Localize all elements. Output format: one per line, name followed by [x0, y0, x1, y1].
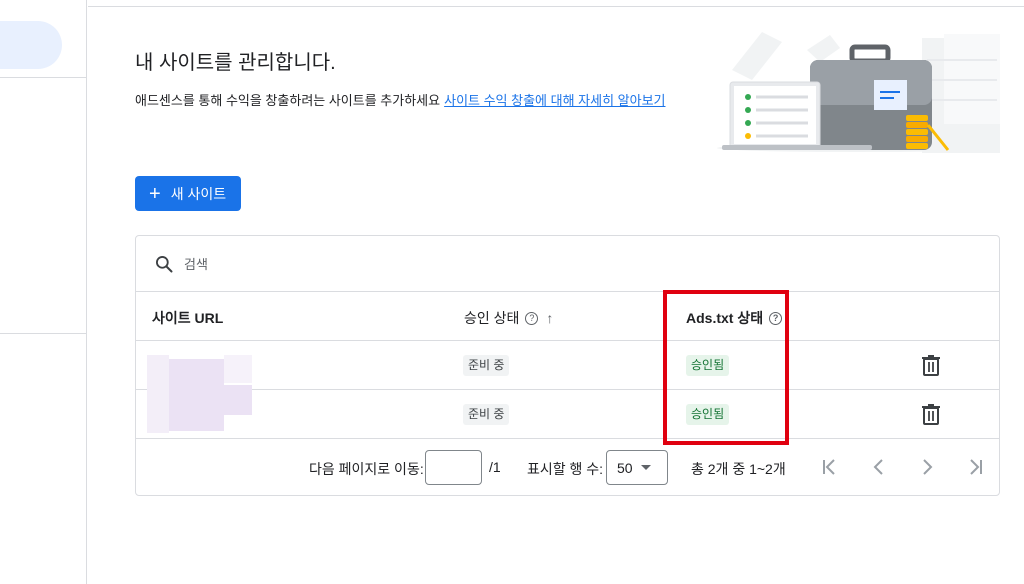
search-input[interactable]: [184, 254, 584, 274]
search-icon: [156, 255, 173, 273]
total-pages: /1: [489, 459, 501, 475]
trash-icon[interactable]: [921, 354, 941, 376]
help-circle-icon[interactable]: ?: [525, 311, 539, 325]
pagination: 다음 페이지로 이동: /1 표시할 행 수: 50 총 2개 중 1~2개: [136, 439, 999, 495]
approval-status-badge: 준비 중: [463, 404, 510, 425]
ads-txt-status-badge: 승인됨: [686, 404, 730, 425]
column-approval-status-label: 승인 상태: [464, 310, 520, 326]
page-description-text: 애드센스를 통해 수익을 창출하려는 사이트를 추가하세요: [135, 93, 441, 108]
ads-txt-status-badge: 승인됨: [686, 355, 730, 376]
first-page-icon[interactable]: [821, 458, 839, 476]
sites-table-card: 사이트 URL 승인 상태 ? ↑ Ads.txt 상태 ? 준비 중 승인됨 …: [135, 235, 1000, 496]
chevron-down-icon: [640, 465, 651, 470]
rows-per-page-label: 표시할 행 수:: [527, 461, 604, 477]
search-bar: [136, 236, 999, 292]
column-approval-status[interactable]: 승인 상태 ? ↑: [464, 308, 553, 328]
column-site-url[interactable]: 사이트 URL: [152, 308, 223, 328]
table-header: 사이트 URL 승인 상태 ? ↑ Ads.txt 상태 ?: [136, 292, 999, 341]
briefcase-illustration: [717, 32, 1000, 153]
plus-icon: +: [149, 182, 161, 205]
help-circle-icon[interactable]: ?: [769, 311, 783, 325]
trash-icon[interactable]: [921, 403, 941, 425]
page-description: 애드센스를 통해 수익을 창출하려는 사이트를 추가하세요 사이트 수익 창출에 …: [135, 90, 666, 109]
chevron-left-icon[interactable]: [870, 458, 888, 476]
last-page-icon[interactable]: [966, 458, 984, 476]
side-nav: [0, 0, 87, 584]
goto-page-input[interactable]: [425, 450, 482, 485]
learn-more-link[interactable]: 사이트 수익 창출에 대해 자세히 알아보기: [444, 93, 665, 108]
chevron-right-icon[interactable]: [918, 458, 936, 476]
new-site-label: 새 사이트: [170, 185, 227, 202]
top-divider: [88, 6, 1024, 7]
nav-divider: [0, 333, 86, 334]
rows-per-page-value: 50: [617, 459, 633, 476]
column-site-url-label: 사이트 URL: [152, 310, 224, 326]
nav-active-item[interactable]: [0, 21, 62, 69]
nav-divider: [0, 77, 86, 78]
table-row[interactable]: 준비 중 승인됨: [136, 390, 999, 439]
redacted-site-url: [147, 355, 252, 435]
new-site-button[interactable]: + 새 사이트: [135, 176, 241, 211]
rows-per-page-select[interactable]: 50: [606, 450, 668, 485]
page-title: 내 사이트를 관리합니다.: [135, 52, 336, 74]
goto-page-label: 다음 페이지로 이동:: [309, 461, 424, 477]
approval-status-badge: 준비 중: [463, 355, 510, 376]
column-ads-txt-status-label: Ads.txt 상태: [686, 310, 764, 326]
table-row[interactable]: 준비 중 승인됨: [136, 341, 999, 390]
column-ads-txt-status[interactable]: Ads.txt 상태 ?: [686, 308, 783, 328]
range-text: 총 2개 중 1~2개: [691, 461, 786, 477]
arrow-up-icon[interactable]: ↑: [546, 310, 553, 326]
